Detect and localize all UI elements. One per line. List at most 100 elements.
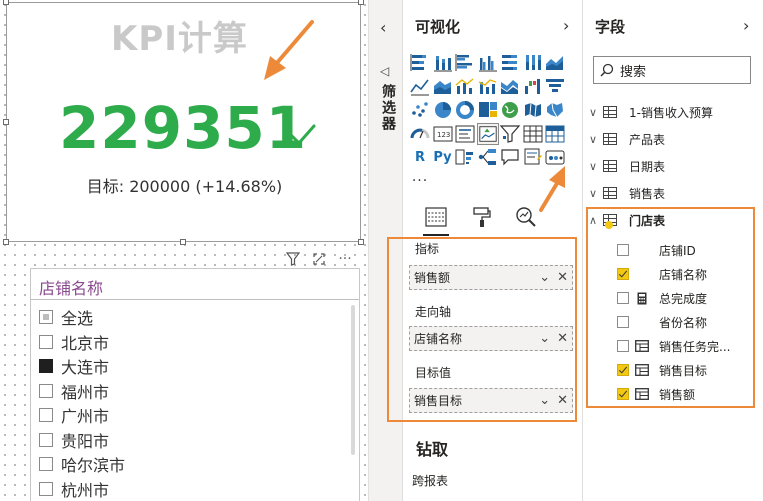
more-options-icon[interactable]: ··· — [336, 250, 354, 268]
waterfall-chart-icon[interactable] — [522, 76, 544, 98]
resize-handle[interactable] — [358, 239, 364, 245]
resize-handle[interactable] — [358, 0, 364, 5]
kpi-visual[interactable]: KPI计算 229351 目标: 200000 (+14.68%) — [3, 0, 364, 245]
resize-handle[interactable] — [3, 119, 9, 125]
qa-visual-icon[interactable] — [499, 146, 521, 168]
line-chart-icon[interactable] — [409, 76, 431, 98]
visual-type-gallery: 123 R Py ··· — [409, 52, 567, 193]
slicer-item-label: 杭州市 — [61, 480, 110, 500]
slicer-item[interactable]: 北京市 — [39, 330, 125, 355]
checkbox[interactable] — [39, 481, 53, 496]
scatter-chart-icon[interactable] — [409, 99, 431, 121]
field-table-item[interactable]: ∨ 日期表 — [589, 156, 665, 176]
well-label-trend-axis: 走向轴 — [415, 305, 452, 319]
python-visual-icon[interactable]: Py — [432, 146, 454, 168]
shape-map-icon[interactable] — [544, 99, 566, 121]
line-clustered-column-icon[interactable] — [454, 76, 476, 98]
filled-map-icon[interactable] — [522, 99, 544, 121]
chevron-right-icon[interactable]: › — [563, 16, 569, 35]
pie-chart-icon[interactable] — [432, 99, 454, 121]
multi-row-card-icon[interactable] — [454, 123, 476, 145]
check-icon — [289, 124, 316, 146]
filter-icon[interactable] — [284, 250, 302, 268]
slicer-item[interactable]: 全选 — [39, 305, 125, 330]
filters-label[interactable]: 筛选器 — [378, 84, 398, 132]
map-icon[interactable] — [499, 99, 521, 121]
gauge-icon[interactable] — [409, 123, 431, 145]
stacked-bar-chart-icon[interactable] — [409, 52, 431, 74]
checkbox[interactable] — [39, 408, 53, 423]
100-stacked-bar-icon[interactable] — [499, 52, 521, 74]
decomposition-tree-icon[interactable] — [477, 146, 499, 168]
chevron-down-icon[interactable]: ∨ — [589, 187, 599, 200]
checkbox[interactable] — [39, 310, 53, 325]
resize-handle[interactable] — [180, 239, 186, 245]
resize-handle[interactable] — [3, 0, 9, 5]
search-icon — [600, 63, 614, 77]
checkbox[interactable] — [39, 359, 53, 374]
well-indicator[interactable]: 销售额 ⌄ ✕ — [409, 265, 573, 290]
matrix-icon[interactable] — [544, 123, 566, 145]
kpi-title: KPI计算 — [111, 19, 248, 59]
tab-format[interactable] — [467, 202, 497, 232]
slicer-item[interactable]: 广州市 — [39, 403, 125, 428]
key-influencers-icon[interactable] — [454, 146, 476, 168]
line-stacked-column-icon[interactable] — [477, 76, 499, 98]
chevron-down-icon[interactable]: ⌄ — [539, 393, 550, 408]
100-stacked-column-icon[interactable] — [522, 52, 544, 74]
checkbox[interactable] — [39, 457, 53, 472]
clustered-bar-chart-icon[interactable] — [454, 52, 476, 74]
close-icon[interactable]: ✕ — [557, 331, 568, 346]
slicer-item[interactable]: 贵阳市 — [39, 428, 125, 453]
table-icon — [603, 133, 617, 145]
ribbon-chart-icon[interactable] — [499, 76, 521, 98]
stacked-column-chart-icon[interactable] — [432, 52, 454, 74]
clustered-column-chart-icon[interactable] — [477, 52, 499, 74]
chevron-right-icon[interactable]: › — [743, 16, 749, 35]
close-icon[interactable]: ✕ — [557, 393, 568, 408]
more-visuals-icon[interactable]: ··· — [409, 170, 431, 192]
chevron-down-icon[interactable]: ∨ — [589, 160, 599, 173]
slicer-item[interactable]: 哈尔滨市 — [39, 452, 125, 477]
tab-fields-wells[interactable] — [421, 202, 451, 236]
card-icon[interactable]: 123 — [432, 123, 454, 145]
field-table-label: 销售表 — [629, 186, 666, 201]
slicer-item[interactable]: 福州市 — [39, 379, 125, 404]
fields-grid-icon — [425, 207, 447, 227]
well-target[interactable]: 销售目标 ⌄ ✕ — [409, 388, 573, 413]
search-input[interactable]: 搜索 — [593, 56, 751, 84]
area-chart-icon[interactable] — [544, 52, 566, 74]
smart-narrative-icon[interactable] — [522, 146, 544, 168]
chevron-down-icon[interactable]: ⌄ — [539, 331, 550, 346]
chevron-down-icon[interactable]: ∨ — [589, 133, 599, 146]
field-table-item[interactable]: ∨ 产品表 — [589, 129, 665, 149]
report-canvas[interactable]: KPI计算 229351 目标: 200000 (+14.68%) ··· 店铺… — [0, 0, 368, 501]
tab-analytics[interactable] — [511, 202, 541, 232]
resize-handle[interactable] — [3, 239, 9, 245]
table-visual-icon[interactable] — [522, 123, 544, 145]
slicer-item[interactable]: 大连市 — [39, 354, 125, 379]
slicer-item-label: 广州市 — [61, 407, 110, 427]
slicer-item[interactable]: 杭州市 — [39, 477, 125, 501]
scrollbar[interactable] — [351, 305, 355, 455]
checkbox[interactable] — [39, 432, 53, 447]
chevron-down-icon[interactable]: ⌄ — [539, 270, 550, 285]
close-icon[interactable]: ✕ — [557, 270, 568, 285]
field-table-item[interactable]: ∨ 销售表 — [589, 183, 665, 203]
focus-mode-icon[interactable] — [310, 250, 328, 268]
stacked-area-chart-icon[interactable] — [432, 76, 454, 98]
store-slicer[interactable]: 店铺名称 全选 北京市 大连市 福州市 广州市 贵阳市 哈尔滨市 杭州市 — [30, 268, 360, 501]
slicer-icon[interactable] — [499, 123, 521, 145]
treemap-icon[interactable] — [477, 99, 499, 121]
chevron-left-icon[interactable]: ‹ — [380, 18, 386, 37]
donut-chart-icon[interactable] — [454, 99, 476, 121]
chevron-down-icon[interactable]: ∨ — [589, 106, 599, 119]
checkbox[interactable] — [39, 334, 53, 349]
checkbox[interactable] — [39, 383, 53, 398]
paginated-report-icon[interactable] — [544, 146, 566, 168]
field-table-item[interactable]: ∨ 1-销售收入预算 — [589, 102, 713, 122]
funnel-chart-icon[interactable] — [544, 76, 566, 98]
r-script-visual-icon[interactable]: R — [409, 146, 431, 168]
well-trend-axis[interactable]: 店铺名称 ⌄ ✕ — [409, 326, 573, 351]
kpi-visual-icon[interactable] — [476, 122, 499, 145]
